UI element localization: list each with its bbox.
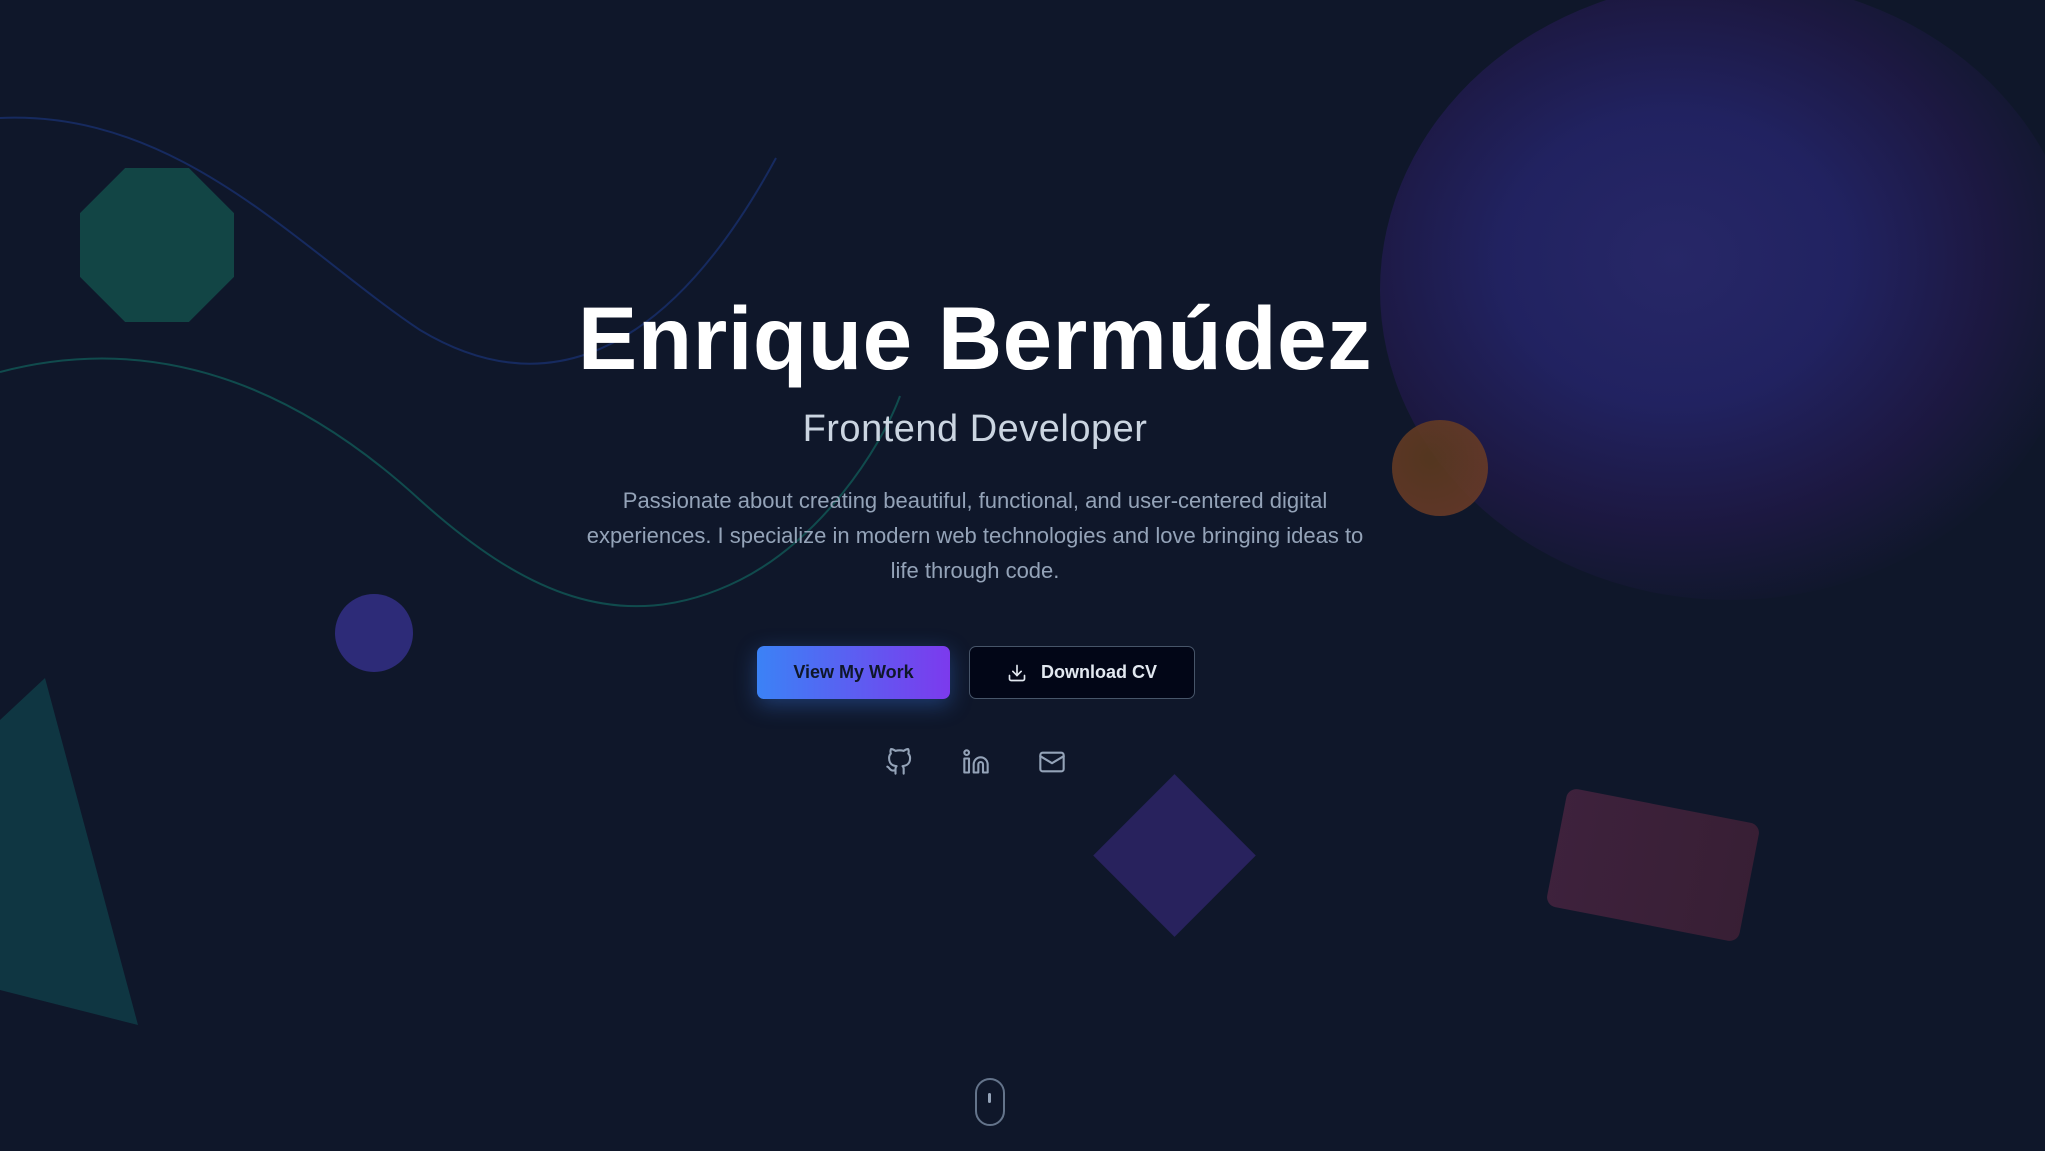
hero-section: Enrique Bermúdez Frontend Developer Pass… [0,0,2045,1151]
view-my-work-label: View My Work [793,662,914,682]
scroll-wheel-dot [988,1093,991,1103]
mouse-scroll-icon[interactable] [975,1078,1005,1126]
download-icon [1007,663,1027,683]
triangle-shape [0,678,138,1025]
linkedin-icon [962,748,990,776]
hero-role: Frontend Developer [802,408,1148,450]
email-link[interactable] [1036,746,1068,778]
hero-name: Enrique Bermúdez [577,288,1373,388]
github-icon [885,748,913,776]
linkedin-link[interactable] [960,746,992,778]
purple-circle-shape [335,594,413,672]
mail-icon [1038,748,1066,776]
hero-description: Passionate about creating beautiful, fun… [586,488,1364,583]
view-my-work-button[interactable]: View My Work [757,646,950,699]
github-link[interactable] [883,746,915,778]
download-cv-label: Download CV [1041,662,1157,682]
download-cv-button[interactable]: Download CV [969,646,1195,699]
